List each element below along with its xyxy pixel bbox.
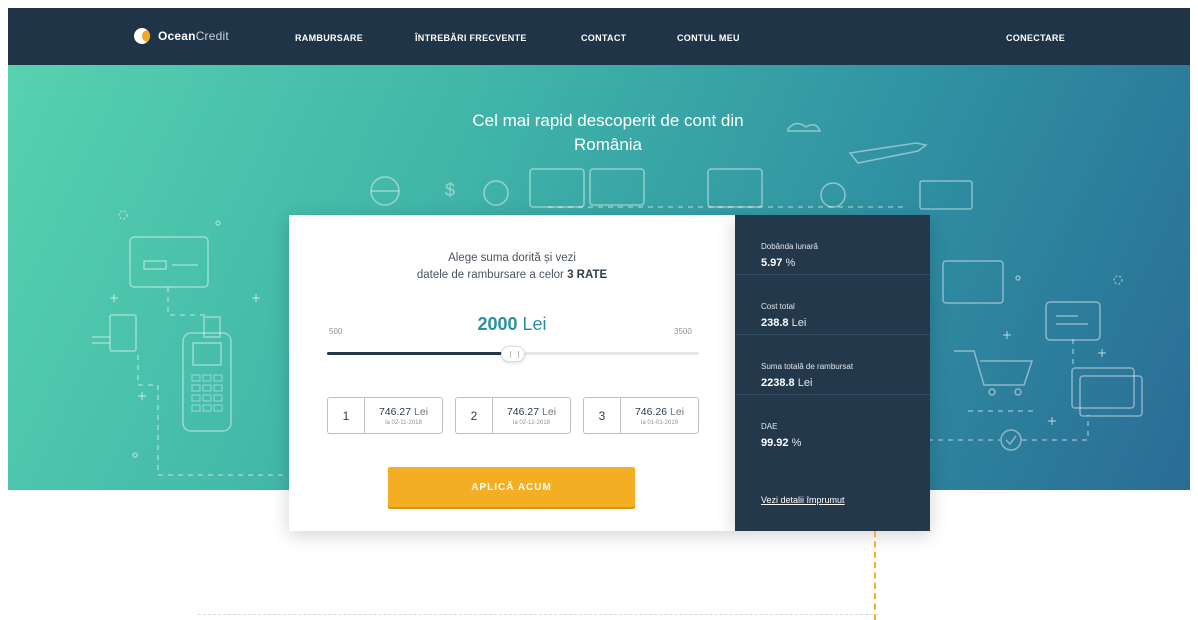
nav-link-rambursare[interactable]: RAMBURSARE <box>295 33 363 43</box>
summary-label: DAE <box>761 422 778 431</box>
amount-slider[interactable] <box>327 346 699 362</box>
installment-currency: Lei <box>670 405 685 418</box>
heading-bold: 3 RATE <box>567 269 608 281</box>
summary-total-cost: Cost total 238.8 Lei <box>735 275 930 335</box>
calculator-heading: Alege suma dorită și vezi datele de ramb… <box>289 250 735 284</box>
installment-amount: 746.26 Lei <box>621 406 698 418</box>
installment-amount: 746.27 Lei <box>365 406 442 418</box>
installment-index: 2 <box>470 408 478 423</box>
apply-now-button[interactable]: APLICĂ ACUM <box>388 467 635 507</box>
summary-unit: Lei <box>791 317 807 329</box>
dashed-divider <box>198 614 878 615</box>
amount-currency: Lei <box>522 314 547 334</box>
summary-label: Suma totală de rambursat <box>761 362 854 371</box>
brand-logo[interactable]: OceanCredit <box>134 28 229 44</box>
slider-thumb[interactable] <box>501 346 525 362</box>
summary-label: Dobânda lunară <box>761 242 818 251</box>
hero-title-line1: Cel mai rapid descoperit de cont din <box>472 111 744 130</box>
summary-dae: DAE 99.92 % <box>735 395 930 455</box>
installment-amount-value: 746.27 <box>378 405 412 418</box>
dashed-connector <box>874 531 876 620</box>
slider-fill <box>327 352 513 355</box>
amount-value: 2000 <box>477 314 518 334</box>
summary-unit: % <box>791 437 802 449</box>
summary-label: Cost total <box>761 302 795 311</box>
summary-number: 238.8 <box>761 317 789 329</box>
installment-amount-value: 746.26 <box>634 405 668 418</box>
summary-unit: % <box>785 257 796 269</box>
installment-date: la 02-11-2018 <box>385 419 422 426</box>
top-nav: OceanCredit RAMBURSARE ÎNTREBĂRI FRECVEN… <box>8 8 1190 65</box>
summary-monthly-interest: Dobânda lunară 5.97 % <box>735 215 930 275</box>
ocean-logo-icon <box>134 28 150 44</box>
installment-3[interactable]: 3 746.26 Lei la 01-01-2019 <box>583 397 699 434</box>
installment-index: 3 <box>598 408 606 423</box>
summary-value: 238.8 Lei <box>761 317 806 329</box>
installment-amount-value: 746.27 <box>506 405 540 418</box>
nav-link-account[interactable]: CONTUL MEU <box>677 33 740 43</box>
installment-info: 746.26 Lei la 01-01-2019 <box>621 406 698 426</box>
page: OceanCredit RAMBURSARE ÎNTREBĂRI FRECVEN… <box>8 8 1190 620</box>
installment-2[interactable]: 2 746.27 Lei la 02-12-2018 <box>455 397 571 434</box>
installment-date: la 02-12-2018 <box>512 419 551 426</box>
installments-list: 1 746.27 Lei la 02-11-2018 2 746.27 Lei … <box>327 397 699 434</box>
brand-name: OceanCredit <box>158 29 229 43</box>
summary-number: 99.92 <box>761 437 789 449</box>
heading-prefix: datele de rambursare a celor <box>416 269 564 281</box>
summary-value: 5.97 % <box>761 257 795 269</box>
calculator-heading-line2: datele de rambursare a celor 3 RATE <box>289 267 735 284</box>
summary-value: 99.92 % <box>761 437 801 449</box>
login-link[interactable]: CONECTARE <box>1006 33 1065 43</box>
hero-title-line2: România <box>573 135 643 154</box>
installment-date: la 01-01-2019 <box>640 419 679 426</box>
loan-details-link[interactable]: Vezi detalii împrumut <box>761 495 845 505</box>
installment-index: 1 <box>342 408 350 423</box>
installment-amount: 746.27 Lei <box>493 406 570 418</box>
installment-currency: Lei <box>414 405 429 418</box>
loan-calculator: Alege suma dorită și vezi datele de ramb… <box>289 215 735 531</box>
nav-link-contact[interactable]: CONTACT <box>581 33 626 43</box>
installment-1[interactable]: 1 746.27 Lei la 02-11-2018 <box>327 397 443 434</box>
summary-unit: Lei <box>797 377 813 389</box>
range-max-label: 3500 <box>674 327 692 336</box>
calculator-heading-line1: Alege suma dorită și vezi <box>448 252 576 264</box>
hero-title: Cel mai rapid descoperit de cont din Rom… <box>338 109 878 157</box>
installment-currency: Lei <box>542 405 557 418</box>
selected-amount: 2000 Lei <box>289 314 735 335</box>
installment-info: 746.27 Lei la 02-11-2018 <box>365 406 442 426</box>
summary-number: 5.97 <box>761 257 783 269</box>
summary-number: 2238.8 <box>761 377 795 389</box>
summary-value: 2238.8 Lei <box>761 377 812 389</box>
loan-summary-panel: Dobânda lunară 5.97 % Cost total 238.8 L… <box>735 215 930 531</box>
summary-total-repay: Suma totală de rambursat 2238.8 Lei <box>735 335 930 395</box>
installment-info: 746.27 Lei la 02-12-2018 <box>493 406 570 426</box>
nav-link-faq[interactable]: ÎNTREBĂRI FRECVENTE <box>415 33 527 43</box>
svg-text:$: $ <box>445 180 455 200</box>
